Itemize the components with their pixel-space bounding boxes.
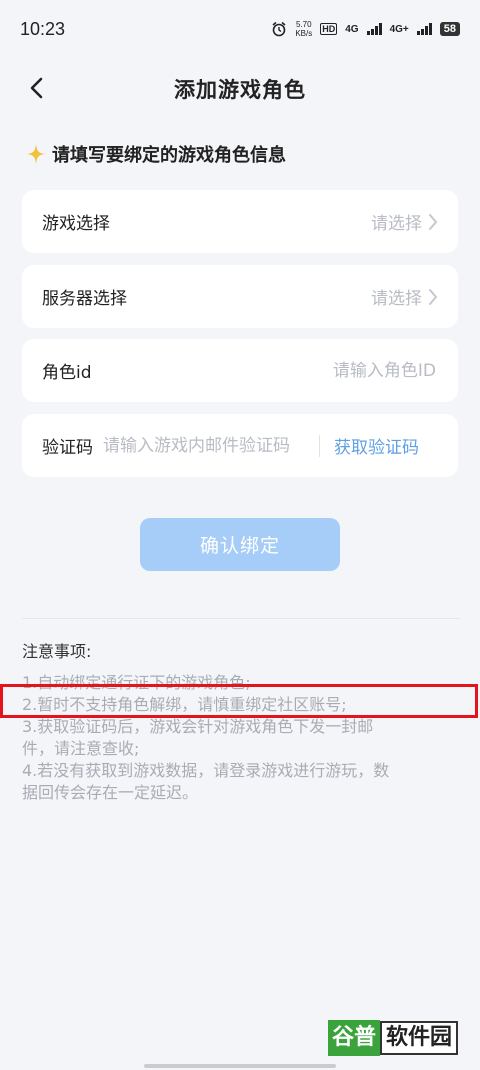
notes-title: 注意事项: bbox=[22, 642, 92, 661]
section-heading: 请填写要绑定的游戏角色信息 bbox=[26, 141, 286, 167]
watermark-part2: 软件园 bbox=[380, 1021, 459, 1055]
verify-code-label: 验证码 bbox=[42, 438, 93, 458]
game-select-value: 请选择 bbox=[371, 209, 438, 234]
net-type-2: 4G+ bbox=[389, 23, 409, 35]
server-select-label: 服务器选择 bbox=[42, 289, 127, 309]
highlight-box bbox=[0, 684, 478, 718]
verify-code-row: 验证码 获取验证码 bbox=[22, 414, 458, 477]
section-heading-text: 请填写要绑定的游戏角色信息 bbox=[52, 145, 286, 166]
server-select-row[interactable]: 服务器选择 请选择 bbox=[22, 265, 458, 328]
home-indicator[interactable] bbox=[144, 1064, 336, 1068]
chevron-right-icon bbox=[429, 288, 438, 305]
role-id-row: 角色id bbox=[22, 339, 458, 402]
note-line: 4.若没有获取到游戏数据，请登录游戏进行游玩，数 bbox=[22, 761, 390, 780]
note-line: 据回传会存在一定延迟。 bbox=[22, 783, 199, 802]
server-select-value: 请选择 bbox=[371, 284, 438, 309]
battery-badge: 58 bbox=[439, 22, 460, 36]
signal-icon-2 bbox=[416, 23, 432, 35]
hd-badge: HD bbox=[320, 23, 338, 35]
divider bbox=[319, 434, 320, 457]
get-code-button[interactable]: 获取验证码 bbox=[334, 433, 419, 458]
watermark-logo: 谷普 软件园 bbox=[328, 1019, 470, 1057]
nav-bar: 添加游戏角色 bbox=[0, 58, 480, 120]
sparkle-icon bbox=[26, 143, 46, 165]
game-select-label: 游戏选择 bbox=[42, 214, 110, 234]
status-time: 10:23 bbox=[20, 18, 66, 39]
status-icons: 5.70 KB/s HD 4G 4G+ 58 bbox=[271, 20, 460, 38]
page-title: 添加游戏角色 bbox=[174, 78, 306, 102]
chevron-right-icon bbox=[429, 213, 438, 230]
note-line: 3.获取验证码后，游戏会针对游戏角色下发一封邮 bbox=[22, 717, 374, 736]
note-line: 件，请注意查收; bbox=[22, 739, 140, 758]
watermark-part1: 谷普 bbox=[328, 1020, 381, 1056]
divider bbox=[22, 618, 460, 619]
game-select-row[interactable]: 游戏选择 请选择 bbox=[22, 190, 458, 253]
signal-icon bbox=[366, 23, 382, 35]
verify-code-input[interactable] bbox=[101, 434, 315, 457]
net-type-1: 4G bbox=[345, 23, 359, 35]
net-speed: 5.70 KB/s bbox=[295, 20, 313, 38]
status-bar: 10:23 5.70 KB/s HD 4G 4G+ 58 bbox=[0, 0, 480, 58]
role-id-label: 角色id bbox=[42, 363, 92, 383]
role-id-input[interactable] bbox=[284, 359, 438, 382]
alarm-icon bbox=[272, 21, 286, 37]
confirm-bind-button[interactable]: 确认绑定 bbox=[140, 518, 340, 571]
